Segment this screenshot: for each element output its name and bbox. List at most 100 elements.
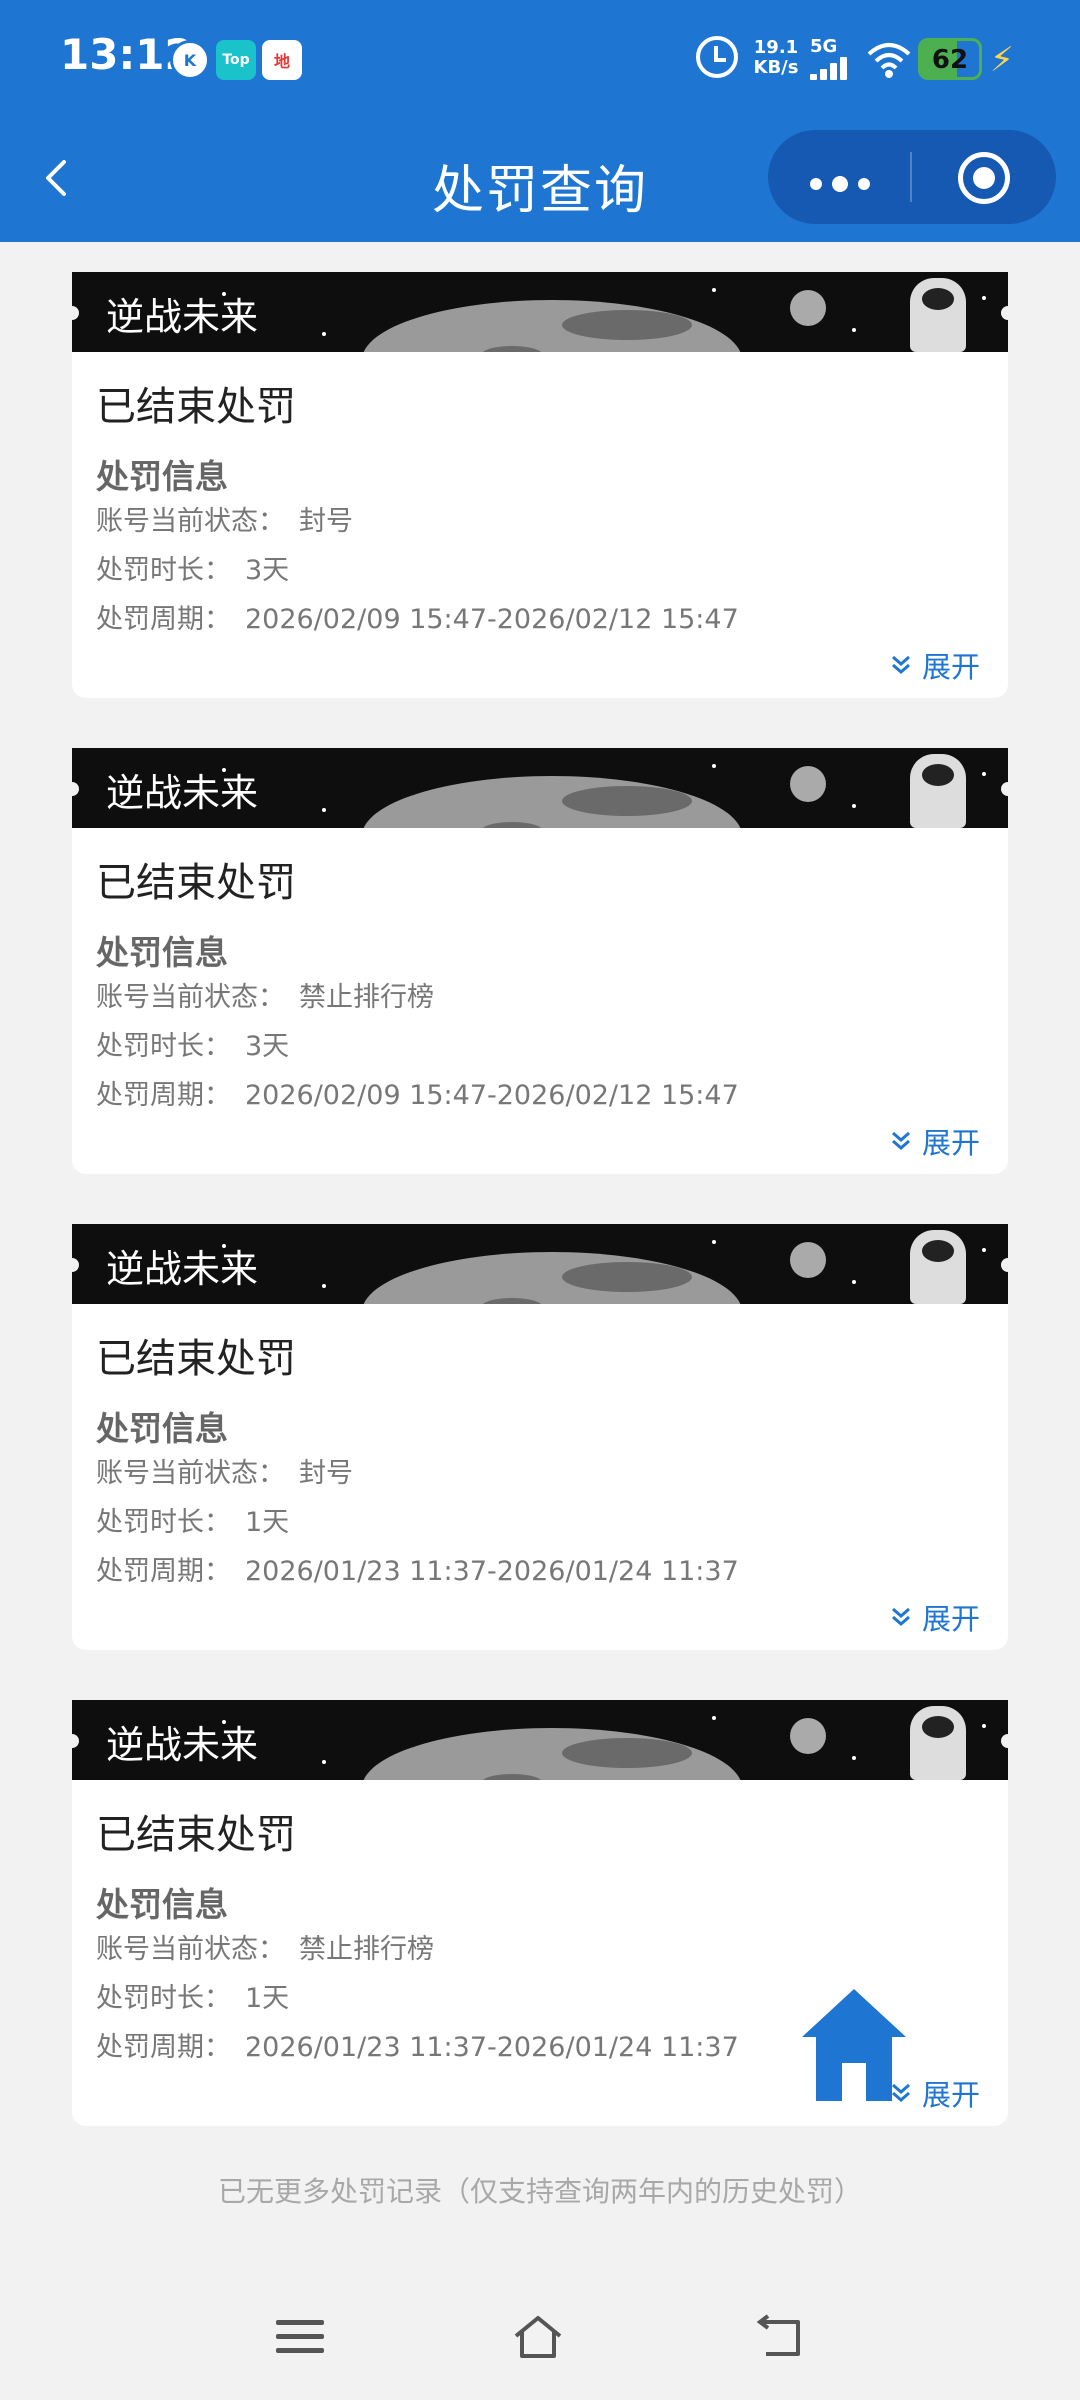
menu-icon[interactable] xyxy=(274,2312,326,2362)
period-value: 2026/02/09 15:47-2026/02/12 15:47 xyxy=(245,604,739,635)
astronaut-image xyxy=(910,1706,966,1780)
duration-value: 1天 xyxy=(245,1507,290,1538)
double-chevron-down-icon xyxy=(891,1131,910,1150)
moon-image xyxy=(362,300,742,352)
planet-icon xyxy=(790,766,826,802)
duration-row: 处罚时长： 3天 xyxy=(96,1027,984,1076)
period-row: 处罚周期： 2026/01/23 11:37-2026/01/24 11:37 xyxy=(96,1552,984,1601)
moon-image xyxy=(362,1728,742,1780)
more-icon[interactable] xyxy=(810,174,880,194)
banner-notch xyxy=(72,1258,79,1272)
duration-row: 处罚时长： 1天 xyxy=(96,1503,984,1552)
planet-icon xyxy=(790,290,826,326)
banner-notch xyxy=(72,782,79,796)
system-nav-bar xyxy=(0,2274,1080,2400)
planet-icon xyxy=(790,1718,826,1754)
penalty-card: 逆战未来 已结束处罚 处罚信息 账号当前状态： 封号 处罚时长： 3天 处罚周期： 2… xyxy=(72,272,1008,698)
period-value: 2026/01/23 11:37-2026/01/24 11:37 xyxy=(245,1556,739,1587)
banner-notch xyxy=(1001,1258,1008,1272)
no-more-records-text: 已无更多处罚记录（仅支持查询两年内的历史处罚） xyxy=(217,2175,862,2208)
penalty-card: 逆战未来 已结束处罚 处罚信息 账号当前状态： 封号 处罚时长： 1天 处罚周期： 2… xyxy=(72,1224,1008,1650)
duration-value: 3天 xyxy=(245,555,290,586)
section-title: 处罚信息 xyxy=(96,1409,228,1448)
account-state-label: 账号当前状态： xyxy=(96,506,285,537)
nav-header: 处罚查询 xyxy=(0,118,1080,242)
period-value: 2026/01/23 11:37-2026/01/24 11:37 xyxy=(245,2032,739,2063)
duration-value: 3天 xyxy=(245,1031,290,1062)
penalty-status: 已结束处罚 xyxy=(96,384,296,430)
duration-label: 处罚时长： xyxy=(96,1507,231,1538)
game-logo: 逆战未来 xyxy=(106,1247,259,1291)
card-banner: 逆战未来 xyxy=(72,1224,1008,1304)
game-logo: 逆战未来 xyxy=(106,295,259,339)
alarm-icon xyxy=(696,36,738,78)
wifi-icon xyxy=(867,43,911,78)
period-label: 处罚周期： xyxy=(96,1556,231,1587)
expand-button[interactable]: 展开 xyxy=(890,1596,980,1638)
duration-label: 处罚时长： xyxy=(96,555,231,586)
net-speed: 19.1 KB/s xyxy=(752,38,800,78)
expand-label: 展开 xyxy=(921,2078,980,2112)
account-state-row: 账号当前状态： 禁止排行榜 xyxy=(96,978,984,1027)
charging-icon: ⚡ xyxy=(990,40,1014,80)
signal-icon xyxy=(810,56,854,80)
period-label: 处罚周期： xyxy=(96,1080,231,1111)
penalty-status: 已结束处罚 xyxy=(96,1336,296,1382)
astronaut-image xyxy=(910,754,966,828)
duration-label: 处罚时长： xyxy=(96,1983,231,2014)
capsule-divider xyxy=(910,152,912,202)
account-state-label: 账号当前状态： xyxy=(96,982,285,1013)
penalty-status: 已结束处罚 xyxy=(96,1812,296,1858)
app-header: 13:12 K Top 地 19.1 KB/s 5G 62 ⚡ 处罚查询 xyxy=(0,0,1080,242)
expand-button[interactable]: 展开 xyxy=(890,1120,980,1162)
network-type: 5G xyxy=(810,36,838,57)
card-banner: 逆战未来 xyxy=(72,1700,1008,1780)
card-banner: 逆战未来 xyxy=(72,272,1008,352)
duration-label: 处罚时长： xyxy=(96,1031,231,1062)
account-state-value: 封号 xyxy=(299,1458,353,1489)
status-bar: 13:12 K Top 地 19.1 KB/s 5G 62 ⚡ xyxy=(0,0,1080,118)
double-chevron-down-icon xyxy=(891,1607,910,1626)
section-title: 处罚信息 xyxy=(96,933,228,972)
double-chevron-down-icon xyxy=(891,655,910,674)
period-label: 处罚周期： xyxy=(96,604,231,635)
back-icon[interactable] xyxy=(754,2312,806,2362)
account-state-label: 账号当前状态： xyxy=(96,1458,285,1489)
home-icon[interactable] xyxy=(512,2312,564,2362)
banner-notch xyxy=(1001,306,1008,320)
banner-notch xyxy=(1001,782,1008,796)
banner-notch xyxy=(72,306,79,320)
moon-image xyxy=(362,776,742,828)
period-value: 2026/02/09 15:47-2026/02/12 15:47 xyxy=(245,1080,739,1111)
account-state-row: 账号当前状态： 封号 xyxy=(96,502,984,551)
astronaut-image xyxy=(910,1230,966,1304)
account-state-label: 账号当前状态： xyxy=(96,1934,285,1965)
account-state-value: 禁止排行榜 xyxy=(299,1934,434,1965)
duration-row: 处罚时长： 3天 xyxy=(96,551,984,600)
top-icon: Top xyxy=(216,40,256,80)
account-state-value: 封号 xyxy=(299,506,353,537)
penalty-status: 已结束处罚 xyxy=(96,860,296,906)
banner-notch xyxy=(1001,1734,1008,1748)
game-logo: 逆战未来 xyxy=(106,771,259,815)
penalty-card: 逆战未来 已结束处罚 处罚信息 账号当前状态： 禁止排行榜 处罚时长： 3天 处罚周… xyxy=(72,748,1008,1174)
battery-level: 62 xyxy=(931,45,969,75)
section-title: 处罚信息 xyxy=(96,457,228,496)
expand-button[interactable]: 展开 xyxy=(890,644,980,686)
duration-value: 1天 xyxy=(245,1983,290,2014)
account-state-row: 账号当前状态： 封号 xyxy=(96,1454,984,1503)
k-icon: K xyxy=(170,40,210,80)
map-icon: 地 xyxy=(262,40,302,80)
net-speed-value: 19.1 xyxy=(753,37,799,58)
battery-icon: 62 xyxy=(918,38,982,80)
period-row: 处罚周期： 2026/02/09 15:47-2026/02/12 15:47 xyxy=(96,1076,984,1125)
home-icon[interactable] xyxy=(798,1985,910,2105)
period-label: 处罚周期： xyxy=(96,2032,231,2063)
expand-label: 展开 xyxy=(921,1602,980,1636)
game-logo: 逆战未来 xyxy=(106,1723,259,1767)
expand-label: 展开 xyxy=(921,1126,980,1160)
section-title: 处罚信息 xyxy=(96,1885,228,1924)
close-target-icon[interactable] xyxy=(958,152,1010,204)
moon-image xyxy=(362,1252,742,1304)
astronaut-image xyxy=(910,278,966,352)
